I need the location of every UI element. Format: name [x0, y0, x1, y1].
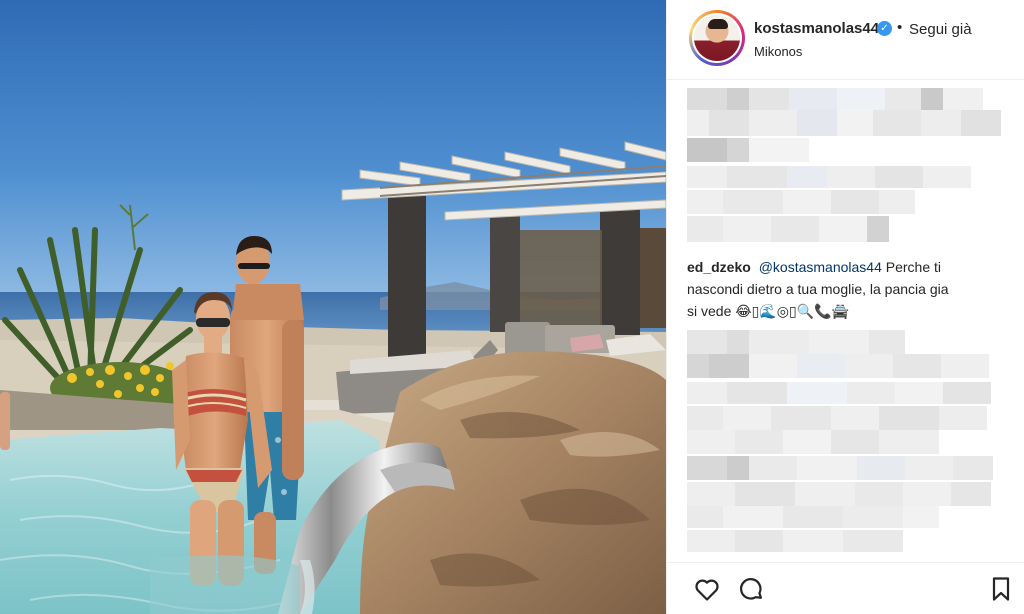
- censored-comments-top: [687, 88, 1005, 258]
- comment-username[interactable]: ed_dzeko: [687, 259, 751, 275]
- username-link[interactable]: kostasmanolas44: [754, 20, 879, 37]
- profile-avatar[interactable]: [689, 10, 745, 66]
- pixelation-mosaic-top: [687, 88, 1001, 242]
- bookmark-icon[interactable]: [987, 575, 1015, 603]
- comment-item: ed_dzeko @kostasmanolas44 Perche ti nasc…: [687, 256, 1007, 322]
- comments-list[interactable]: ed_dzeko @kostasmanolas44 Perche ti nasc…: [667, 80, 1024, 562]
- post-side-panel: kostasmanolas44 ✓ • Segui già Mikonos ed…: [666, 0, 1024, 614]
- pixelation-mosaic-bottom: [687, 330, 993, 552]
- location-link[interactable]: Mikonos: [754, 44, 802, 59]
- post-photo[interactable]: [0, 0, 666, 614]
- comment-mention[interactable]: @kostasmanolas44: [759, 259, 882, 275]
- comment-text-line2: nascondi dietro a tua moglie, la pancia …: [687, 281, 949, 297]
- photo-scene: [0, 141, 666, 614]
- separator-dot: •: [897, 19, 903, 36]
- verified-badge-icon: ✓: [877, 21, 892, 36]
- avatar-image: [694, 15, 740, 61]
- comment-icon[interactable]: [737, 575, 765, 603]
- comment-emojis: 😂▯🌊◎▯🔍📞🚔: [735, 303, 849, 319]
- comment-text-line3: si vede: [687, 303, 732, 319]
- heart-icon[interactable]: [693, 575, 721, 603]
- post-header: kostasmanolas44 ✓ • Segui già Mikonos: [667, 0, 1024, 80]
- censored-comments-bottom: [687, 330, 1005, 562]
- follow-status-button[interactable]: Segui già: [909, 21, 972, 38]
- comment-text-line1: Perche ti: [885, 259, 942, 275]
- avatar-inner: [692, 13, 742, 63]
- post-actions-bar: [667, 562, 1024, 614]
